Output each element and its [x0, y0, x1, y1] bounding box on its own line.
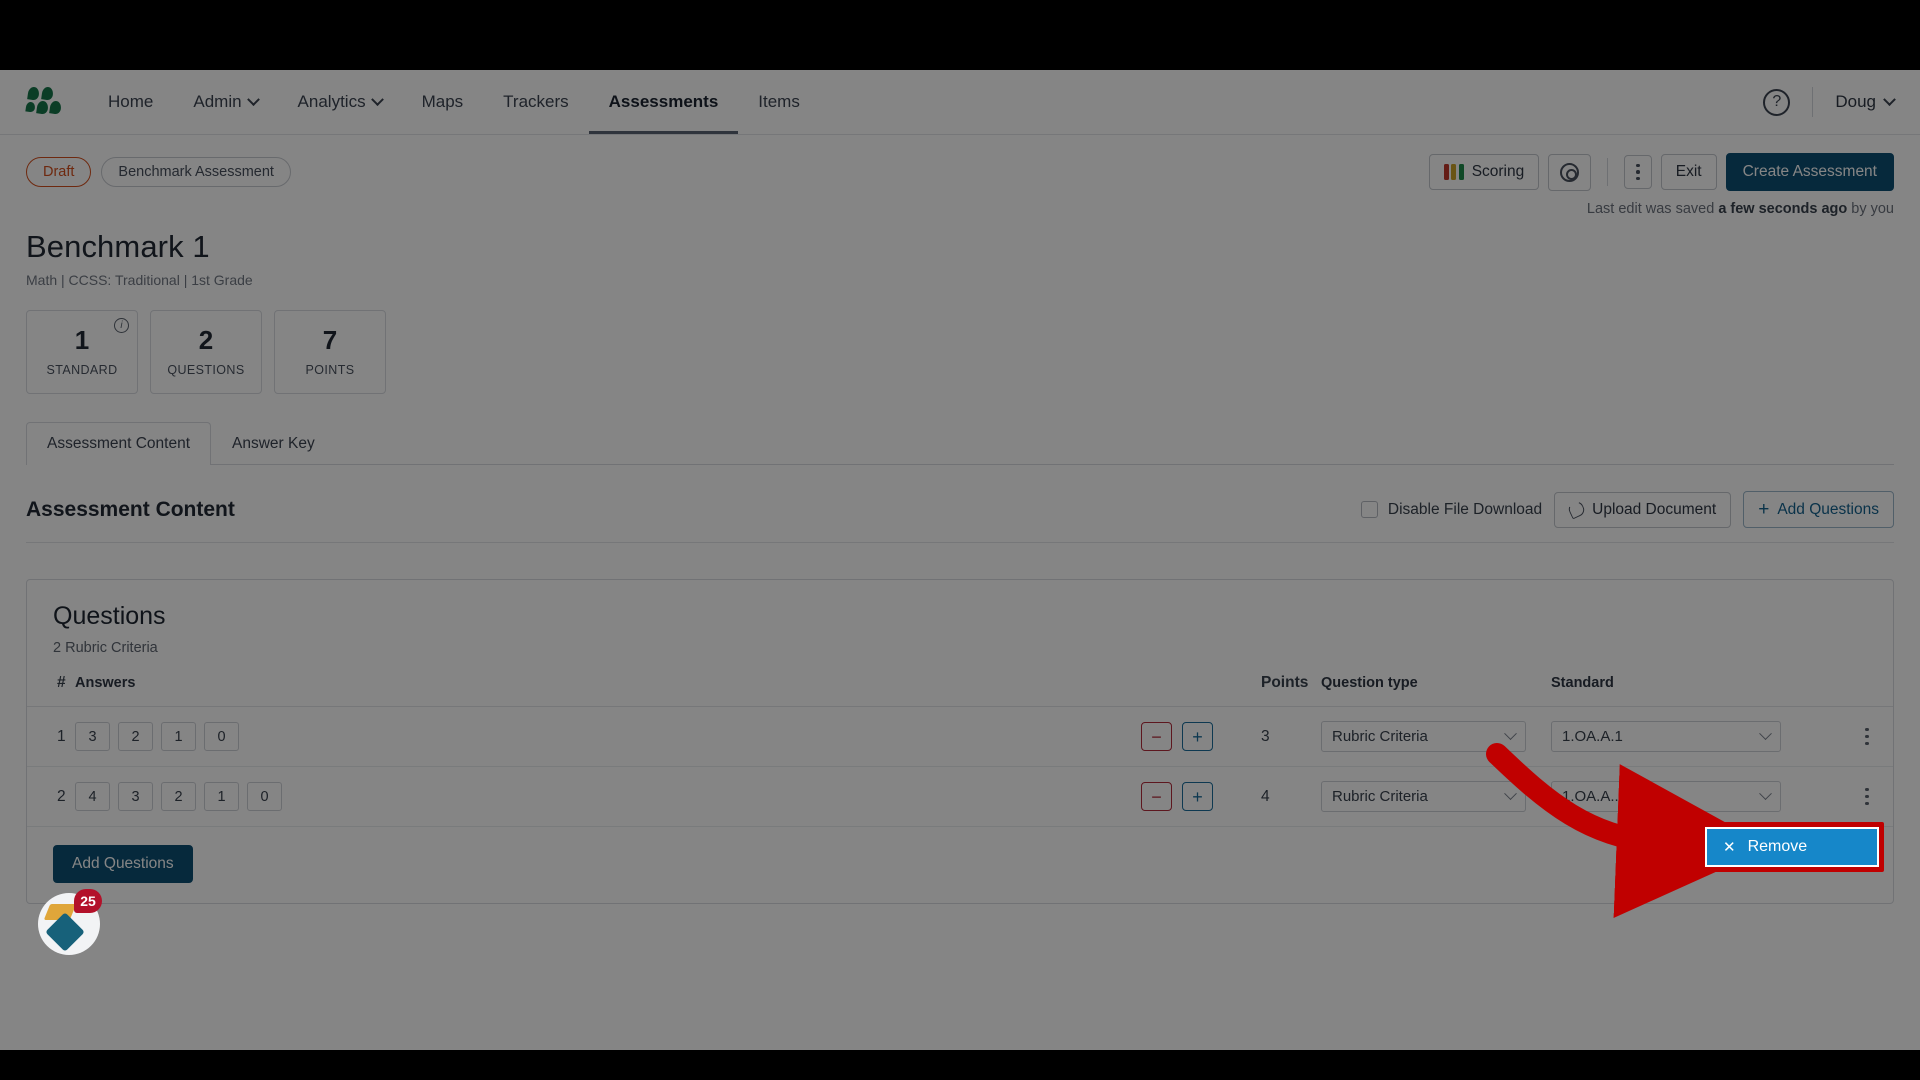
annotation-layer: ✕ Remove: [0, 70, 1920, 1050]
remove-menu-label: Remove: [1747, 838, 1808, 855]
close-x-icon: ✕: [1723, 839, 1736, 856]
red-curved-arrow-icon: [1486, 743, 1771, 918]
remove-menu-item[interactable]: ✕ Remove: [1707, 829, 1877, 865]
